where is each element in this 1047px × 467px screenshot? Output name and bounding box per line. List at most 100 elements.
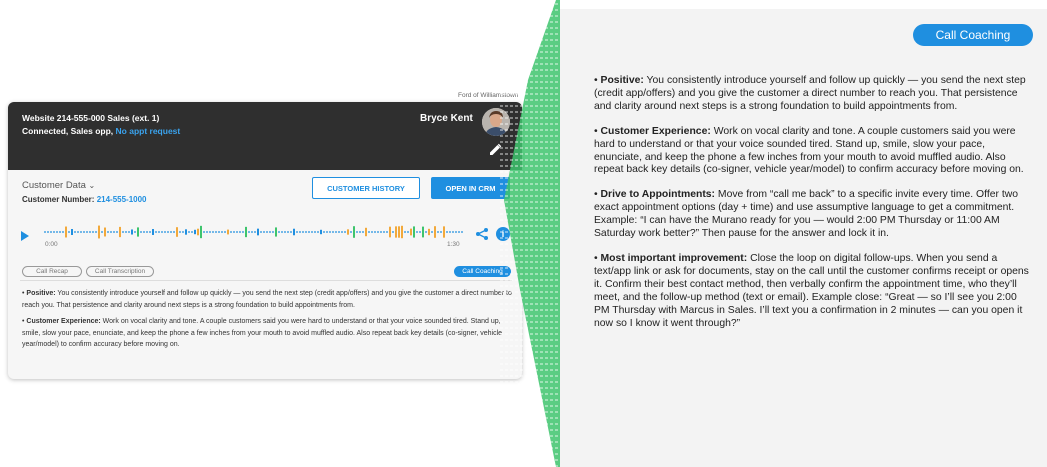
waveform-bar xyxy=(371,231,373,233)
waveform-bar xyxy=(398,226,400,238)
waveform-bar xyxy=(410,228,412,236)
waveform-bar xyxy=(104,227,106,237)
waveform-bar xyxy=(173,231,175,233)
waveform-bar xyxy=(266,231,268,233)
coaching-list: • Positive: You consistently introduce y… xyxy=(594,75,1034,342)
coaching-item-most-important: • Most important improvement: Close the … xyxy=(594,253,1034,330)
waveform-bar xyxy=(374,231,376,233)
waveform-bar xyxy=(356,231,358,233)
waveform-bar xyxy=(113,231,115,233)
waveform-bar xyxy=(308,231,310,233)
waveform-bar xyxy=(50,231,52,233)
waveform-bar xyxy=(416,231,418,233)
waveform-bar xyxy=(98,225,100,239)
waveform-bar xyxy=(272,231,274,233)
waveform-bar xyxy=(401,225,403,239)
waveform-bar xyxy=(209,231,211,233)
preview-item: • Positive: You consistently introduce y… xyxy=(22,288,512,311)
waveform-bar xyxy=(68,231,70,233)
waveform-bar xyxy=(182,231,184,233)
waveform-bar xyxy=(233,231,235,233)
agent-name: Bryce Kent xyxy=(420,113,473,124)
waveform-bar xyxy=(92,231,94,233)
waveform-bar xyxy=(164,231,166,233)
bullet: • xyxy=(594,252,598,264)
waveform-bar xyxy=(158,231,160,233)
waveform-bar xyxy=(143,231,145,233)
waveform-bar xyxy=(149,231,151,233)
audio-waveform[interactable] xyxy=(44,224,464,240)
waveform-bar xyxy=(224,231,226,233)
waveform-bar xyxy=(179,231,181,233)
waveform-bar xyxy=(206,231,208,233)
waveform-bar xyxy=(380,231,382,233)
waveform-bar xyxy=(353,226,355,238)
waveform-bar xyxy=(212,231,214,233)
waveform-bar xyxy=(257,228,259,236)
waveform-bar xyxy=(107,231,109,233)
waveform-bar xyxy=(452,231,454,233)
waveform-bar xyxy=(116,231,118,233)
waveform-bar xyxy=(407,231,409,233)
preview-item-text: You consistently introduce yourself and … xyxy=(22,290,512,309)
customer-number-link[interactable]: 214-555-1000 xyxy=(97,195,147,204)
waveform-bar xyxy=(275,227,277,237)
waveform-bar xyxy=(56,231,58,233)
waveform-bar xyxy=(299,231,301,233)
waveform-bar xyxy=(362,231,364,233)
waveform-bar xyxy=(47,231,49,233)
connector-stripe xyxy=(500,0,560,467)
chevron-down-icon: ⌄ xyxy=(88,181,96,190)
preview-item: • Customer Experience: Work on vocal cla… xyxy=(22,316,512,351)
customer-data-label: Customer Data xyxy=(22,180,86,191)
waveform-bar xyxy=(71,229,73,235)
tab-call-transcription[interactable]: Call Transcription xyxy=(86,266,154,277)
waveform-bar xyxy=(230,231,232,233)
time-end: 1:30 xyxy=(447,241,460,248)
call-card: Website 214-555-000 Sales (ext. 1) Conne… xyxy=(8,102,522,379)
customer-history-button[interactable]: CUSTOMER HISTORY xyxy=(312,177,420,199)
no-appt-link[interactable]: No appt request xyxy=(116,126,181,136)
customer-number: Customer Number: 214-555-1000 xyxy=(22,195,147,204)
waveform-bar xyxy=(65,226,67,238)
waveform-bar xyxy=(449,231,451,233)
waveform-bar xyxy=(263,231,265,233)
waveform-bar xyxy=(155,231,157,233)
bullet: • xyxy=(594,125,598,137)
waveform-bar xyxy=(146,231,148,233)
waveform-bar xyxy=(236,231,238,233)
waveform-bar xyxy=(83,231,85,233)
call-status-text: Connected, Sales opp, xyxy=(22,126,114,136)
waveform-bar xyxy=(422,226,424,238)
divider xyxy=(20,280,512,281)
waveform-bar xyxy=(332,231,334,233)
waveform-bar xyxy=(239,231,241,233)
waveform-bar xyxy=(53,231,55,233)
waveform-bar xyxy=(137,227,139,237)
waveform-bar xyxy=(59,231,61,233)
waveform-bar xyxy=(86,231,88,233)
coaching-item-text: Close the loop on digital follow-ups. Wh… xyxy=(594,252,1029,329)
preview-item-title: Customer Experience: xyxy=(26,318,101,325)
play-icon[interactable] xyxy=(20,230,30,242)
waveform-bar xyxy=(44,231,46,233)
waveform-bar xyxy=(95,231,97,233)
waveform-bar xyxy=(335,231,337,233)
waveform-bar xyxy=(440,231,442,233)
waveform-bar xyxy=(248,231,250,233)
bullet: • xyxy=(22,290,25,297)
waveform-bar xyxy=(281,231,283,233)
waveform-bar xyxy=(434,226,436,238)
waveform-bar xyxy=(413,226,415,238)
waveform-bar xyxy=(110,231,112,233)
waveform-bar xyxy=(203,231,205,233)
waveform-bar xyxy=(386,231,388,233)
waveform-bar xyxy=(80,231,82,233)
customer-data-toggle[interactable]: Customer Data ⌄ xyxy=(22,180,95,191)
waveform-bar xyxy=(389,226,391,238)
waveform-bar xyxy=(134,231,136,233)
waveform-bar xyxy=(185,229,187,235)
call-status: Connected, Sales opp, No appt request xyxy=(22,126,180,136)
waveform-bar xyxy=(302,231,304,233)
tab-call-recap[interactable]: Call Recap xyxy=(22,266,82,277)
